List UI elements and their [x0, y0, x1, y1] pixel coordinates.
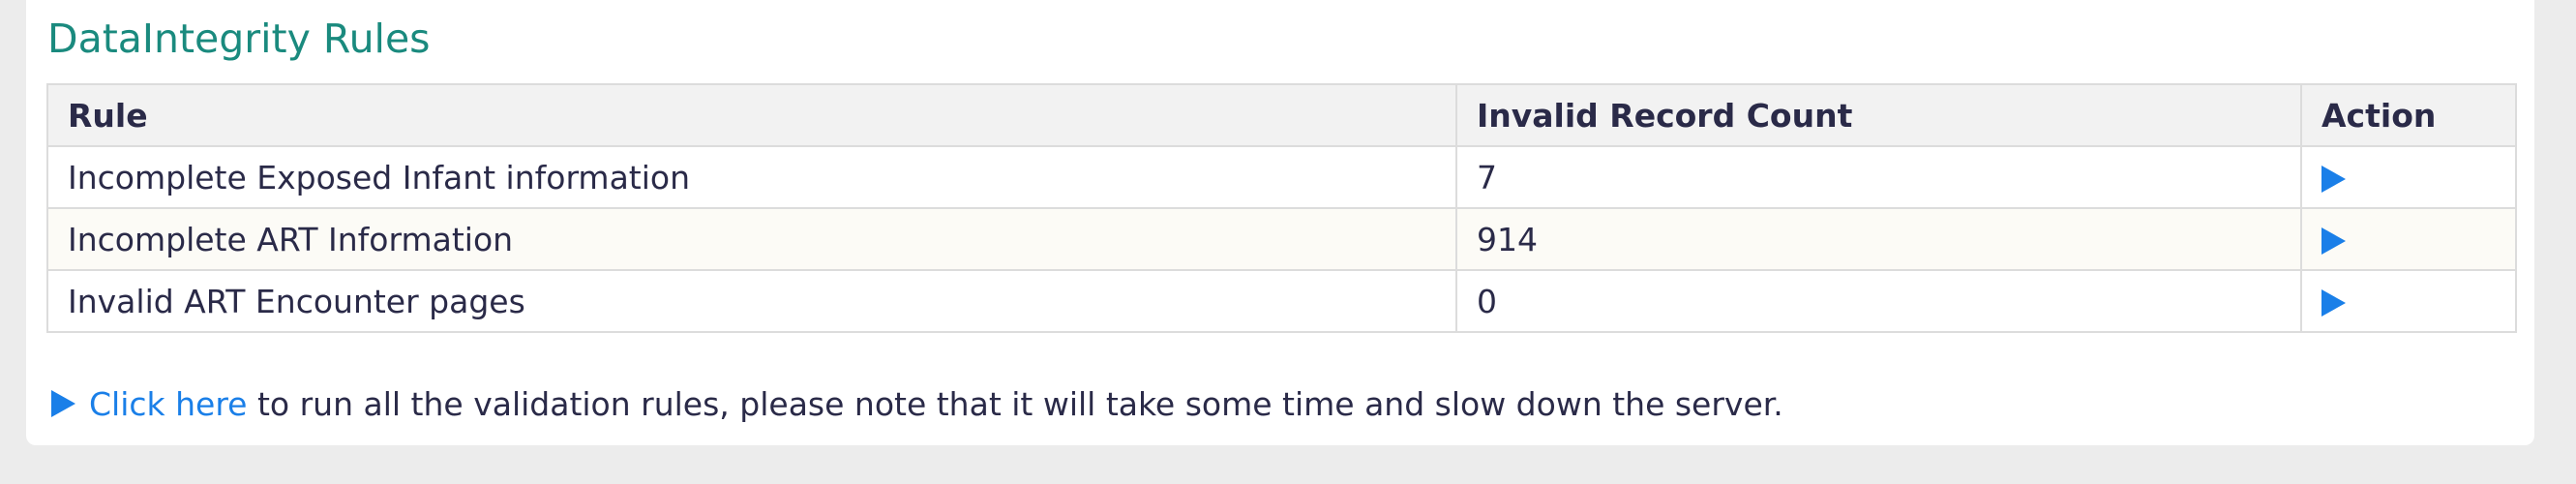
table-row: Invalid ART Encounter pages 0	[46, 269, 2517, 333]
play-icon	[51, 389, 75, 417]
rules-table: Rule Invalid Record Count Action Incompl…	[46, 83, 2517, 333]
page-title: DataIntegrity Rules	[47, 15, 431, 62]
column-header-action: Action	[2300, 83, 2517, 147]
action-cell	[2300, 207, 2517, 271]
run-rule-play-icon[interactable]	[2321, 289, 2346, 317]
data-integrity-panel: DataIntegrity Rules Rule Invalid Record …	[26, 0, 2534, 445]
rule-name-cell: Invalid ART Encounter pages	[46, 269, 1457, 333]
click-here-link[interactable]: Click here	[89, 385, 248, 423]
action-cell	[2300, 269, 2517, 333]
invalid-record-count-cell: 7	[1455, 145, 2302, 209]
run-rule-play-icon[interactable]	[2321, 166, 2346, 193]
table-header-row: Rule Invalid Record Count Action	[46, 83, 2517, 147]
rule-name-cell: Incomplete ART Information	[46, 207, 1457, 271]
invalid-record-count-cell: 914	[1455, 207, 2302, 271]
column-header-invalid-record-count: Invalid Record Count	[1455, 83, 2302, 147]
table-row: Incomplete Exposed Infant information 7	[46, 145, 2517, 209]
run-rule-play-icon[interactable]	[2321, 227, 2346, 255]
table-row: Incomplete ART Information 914	[46, 207, 2517, 271]
invalid-record-count-cell: 0	[1455, 269, 2302, 333]
action-cell	[2300, 145, 2517, 209]
rule-name-cell: Incomplete Exposed Infant information	[46, 145, 1457, 209]
run-all-note: Click here to run all the validation rul…	[51, 383, 1783, 426]
run-all-message: to run all the validation rules, please …	[247, 385, 1783, 423]
column-header-rule: Rule	[46, 83, 1457, 147]
